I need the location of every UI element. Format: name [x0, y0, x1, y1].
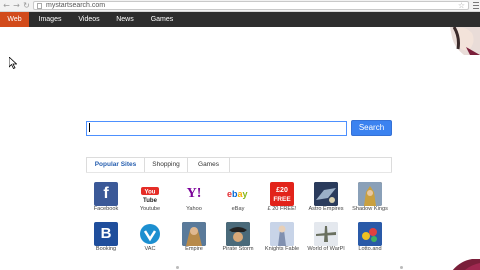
pager-dot[interactable]: [400, 266, 403, 269]
site-label: eBay: [231, 206, 245, 212]
site-label: Knights Fable: [264, 246, 300, 252]
svg-text:You: You: [145, 190, 156, 196]
nav-tab-games[interactable]: Games: [145, 12, 179, 27]
site-lotto[interactable]: Lotto.and: [348, 222, 392, 258]
forward-arrow-icon[interactable]: →: [12, 1, 21, 10]
knights-fable-icon: [270, 222, 294, 246]
tab-shopping[interactable]: Shopping: [145, 158, 188, 172]
site-booking[interactable]: B Booking: [84, 222, 128, 258]
site-astro-empires[interactable]: Astro Empires: [304, 182, 348, 218]
site-shadow-kings[interactable]: Shadow Kings: [348, 182, 392, 218]
vac-icon: [138, 222, 162, 246]
site-label: World of WarPl: [307, 246, 345, 252]
ebay-icon: ebay: [226, 182, 250, 206]
menu-icon[interactable]: [473, 1, 479, 10]
nav-tab-videos[interactable]: Videos: [72, 12, 106, 27]
facebook-icon: f: [94, 182, 118, 206]
tab-games[interactable]: Games: [188, 158, 230, 172]
site-pirate-storm[interactable]: Pirate Storm: [216, 222, 260, 258]
shadow-kings-icon: [358, 182, 382, 206]
site-label: VAC: [144, 246, 156, 252]
site-youtube[interactable]: You Tube Youtube: [128, 182, 172, 218]
svg-text:£20: £20: [276, 187, 288, 194]
promo-icon: £20 FREE: [270, 182, 294, 206]
search-button[interactable]: Search: [351, 120, 392, 136]
svg-text:FREE: FREE: [273, 196, 291, 203]
svg-text:ebay: ebay: [227, 189, 248, 199]
text-caret: [89, 123, 90, 132]
search-input[interactable]: [86, 121, 347, 136]
site-label: £ 20 FREE!: [267, 206, 297, 212]
address-url: mystartsearch.com: [46, 2, 106, 9]
site-promo[interactable]: £20 FREE £ 20 FREE!: [260, 182, 304, 218]
tab-popular-sites[interactable]: Popular Sites: [87, 158, 145, 172]
site-ebay[interactable]: ebay eBay: [216, 182, 260, 218]
booking-icon: B: [94, 222, 118, 246]
youtube-icon: You Tube: [138, 182, 162, 206]
lotto-icon: [358, 222, 382, 246]
pirate-storm-icon: [226, 222, 250, 246]
world-of-warplanes-icon: [314, 222, 338, 246]
astro-empires-icon: [314, 182, 338, 206]
browser-toolbar: ← → ↻ mystartsearch.com ☆: [0, 0, 480, 12]
star-icon[interactable]: ☆: [458, 1, 465, 10]
nav-tab-news[interactable]: News: [110, 12, 140, 27]
site-facebook[interactable]: f Facebook: [84, 182, 128, 218]
svg-text:Tube: Tube: [143, 198, 158, 204]
address-bar[interactable]: mystartsearch.com ☆: [33, 1, 469, 10]
site-yahoo[interactable]: Y! Yahoo: [172, 182, 216, 218]
background-figure-image: [446, 27, 480, 55]
empire-icon: [182, 222, 206, 246]
yahoo-icon: Y!: [182, 182, 206, 206]
site-label: Facebook: [93, 206, 119, 212]
nav-tab-images[interactable]: Images: [33, 12, 67, 27]
site-knights-fable[interactable]: Knights Fable: [260, 222, 304, 258]
site-label: Pirate Storm: [222, 246, 254, 252]
site-label: Shadow Kings: [352, 206, 388, 212]
site-label: Youtube: [139, 206, 161, 212]
reload-icon[interactable]: ↻: [22, 1, 31, 10]
back-arrow-icon[interactable]: ←: [2, 1, 11, 10]
site-label: Astro Empires: [308, 206, 344, 212]
page-icon: [37, 3, 42, 9]
tabs-divider: [86, 172, 392, 173]
site-tabs: Popular Sites Shopping Games: [86, 157, 392, 172]
site-label: Booking: [95, 246, 117, 252]
browser-window: { "browser": { "url": "mystartsearch.com…: [0, 0, 480, 270]
background-figure-bottom-image: [446, 258, 480, 270]
site-label: Empire: [185, 246, 203, 252]
nav-tab-web[interactable]: Web: [0, 12, 29, 27]
site-vac[interactable]: VAC: [128, 222, 172, 258]
site-empire[interactable]: Empire: [172, 222, 216, 258]
mouse-cursor-icon: [8, 56, 18, 70]
pager-dot[interactable]: [176, 266, 179, 269]
site-world-of-warplanes[interactable]: World of WarPl: [304, 222, 348, 258]
site-label: Yahoo: [186, 206, 202, 212]
top-nav: Web Images Videos News Games: [0, 12, 480, 27]
site-label: Lotto.and: [358, 246, 382, 252]
